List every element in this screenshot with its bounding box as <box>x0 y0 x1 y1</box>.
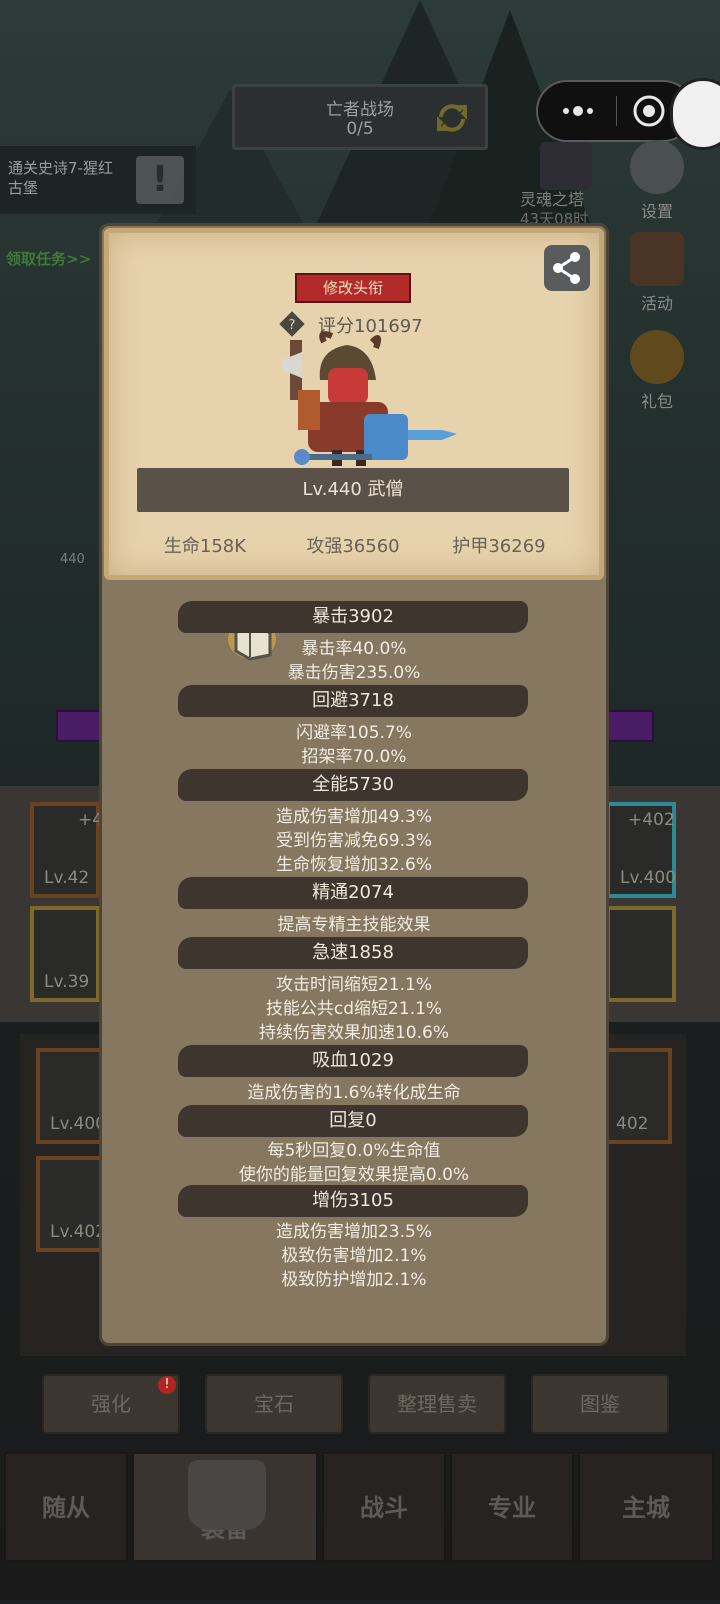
stat-line: 技能公共cd缩短21.1% <box>265 999 443 1019</box>
capsule-divider <box>616 96 617 126</box>
exp-bar-right <box>606 710 654 742</box>
stat-line: 生命恢复增加32.6% <box>275 855 432 875</box>
stat-line: 极致伤害增加2.1% <box>281 1246 427 1266</box>
stat-header-mastery: 精通2074 <box>178 877 528 909</box>
quest-alert-icon: ! <box>136 156 184 204</box>
refresh-icon[interactable] <box>435 101 469 135</box>
share-icon <box>553 252 580 284</box>
inventory-slot-3[interactable]: 402 <box>602 1048 672 1144</box>
tab-equipment[interactable]: 装备 <box>132 1452 318 1562</box>
calendar-icon <box>630 232 684 286</box>
equip-slot-helm[interactable]: +4 Lv.42 <box>30 802 103 898</box>
tab-profession[interactable]: 专业 <box>450 1452 574 1562</box>
stat-line: 暴击率40.0% <box>301 639 407 659</box>
sort-sell-button[interactable]: 整理售卖 <box>368 1374 506 1434</box>
stat-line: 闪避率105.7% <box>296 723 412 743</box>
stat-line: 使你的能量回复效果提高0.0% <box>238 1165 470 1185</box>
get-quest-link[interactable]: 领取任务>> <box>6 248 91 269</box>
tab-battle[interactable]: 战斗 <box>322 1452 446 1562</box>
events-button[interactable]: 活动 <box>622 232 692 314</box>
alert-badge-icon: ! <box>158 1376 176 1394</box>
armor-icon <box>188 1460 266 1530</box>
hp-stat: 生命158K <box>163 536 247 557</box>
equip-slot-amulet[interactable]: Lv.39 <box>30 906 100 1002</box>
equip-slot-weapon[interactable]: +402 Lv.400 <box>606 802 676 898</box>
more-icon[interactable] <box>558 100 598 122</box>
codex-button[interactable]: 图鉴 <box>531 1374 669 1434</box>
armor-stat: 护甲36269 <box>452 536 546 557</box>
edit-title-button[interactable]: 修改头衔 <box>295 273 411 303</box>
gift-icon <box>630 330 684 384</box>
equip-slot-book[interactable] <box>606 906 676 1002</box>
gift-button[interactable]: 礼包 <box>622 330 692 412</box>
bg-player-level: 440 <box>60 552 85 567</box>
close-miniprogram-icon[interactable] <box>632 94 666 128</box>
character-sprite <box>282 331 457 466</box>
soul-tower-icon[interactable] <box>540 142 592 190</box>
events-label: 活动 <box>640 294 673 313</box>
stat-line: 造成伤害增加49.3% <box>275 807 432 827</box>
stat-line: 持续伤害效果加速10.6% <box>258 1023 449 1043</box>
stat-header-evasion: 回避3718 <box>178 685 528 717</box>
stat-line: 造成伤害增加23.5% <box>275 1222 432 1242</box>
stat-line: 造成伤害的1.6%转化成生命 <box>247 1083 461 1103</box>
inventory-slot-2[interactable]: Lv.402 <box>36 1156 106 1252</box>
stat-line: 暴击伤害235.0% <box>287 663 421 683</box>
stat-header-versatility: 全能5730 <box>178 769 528 801</box>
stat-line: 极致防护增加2.1% <box>281 1270 427 1290</box>
arena-panel[interactable]: 亡者战场 0/5 <box>232 84 488 150</box>
stat-line: 提高专精主技能效果 <box>277 915 431 935</box>
attack-stat: 攻强36560 <box>306 536 400 557</box>
stat-header-crit: 暴击3902 <box>178 601 528 633</box>
stat-line: 攻击时间缩短21.1% <box>275 975 432 995</box>
stat-header-haste: 急速1858 <box>178 937 528 969</box>
stat-line: 受到伤害减免69.3% <box>275 831 432 851</box>
quest-text: 通关史诗7-猩红古堡 <box>8 159 113 197</box>
settings-button[interactable]: 设置 <box>622 140 692 222</box>
stat-line: 每5秒回复0.0%生命值 <box>267 1141 441 1161</box>
level-class-bar: Lv.440 武僧 <box>137 468 569 512</box>
stat-header-damage-boost: 增伤3105 <box>178 1185 528 1217</box>
settings-label: 设置 <box>640 202 673 221</box>
gift-label: 礼包 <box>640 392 673 411</box>
tab-main-city[interactable]: 主城 <box>578 1452 714 1562</box>
stat-line: 招架率70.0% <box>301 747 407 767</box>
share-button[interactable] <box>544 245 590 291</box>
gear-icon <box>630 140 684 194</box>
gem-button[interactable]: 宝石 <box>205 1374 343 1434</box>
inventory-slot-1[interactable]: Lv.400 <box>36 1048 106 1144</box>
stat-header-lifesteal: 吸血1029 <box>178 1045 528 1077</box>
quest-panel[interactable]: 通关史诗7-猩红古堡 ! <box>0 146 196 214</box>
stat-header-regen: 回复0 <box>178 1105 528 1137</box>
tab-followers[interactable]: 随从 <box>4 1452 128 1562</box>
